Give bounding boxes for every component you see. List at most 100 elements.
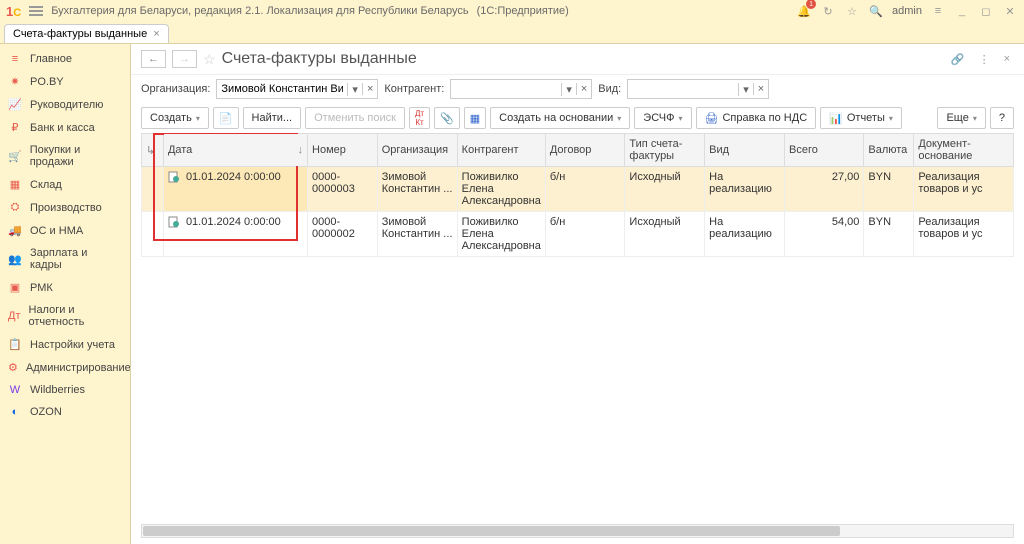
clear-icon[interactable]: × <box>753 83 768 95</box>
table-row[interactable]: 01.01.2024 0:00:000000-0000003Зимовой Ко… <box>142 167 1014 212</box>
sidebar-item-label: РМК <box>30 282 53 294</box>
settings-lines-icon[interactable]: ≡ <box>930 3 946 19</box>
spravka-button[interactable]: 🖨 Справка по НДС <box>696 107 817 129</box>
section-icon: ✷ <box>8 75 22 88</box>
sidebar-item-label: Руководителю <box>30 99 103 111</box>
sidebar-item[interactable]: 🛒Покупки и продажи <box>0 139 130 173</box>
chevron-down-icon[interactable]: ▾ <box>347 83 362 96</box>
find-button[interactable]: Найти... <box>243 107 302 129</box>
sidebar-item[interactable]: ▦Склад <box>0 173 130 196</box>
num-value: 0000-0000003 <box>308 167 378 212</box>
tip-value: Исходный <box>625 212 705 257</box>
sidebar-item[interactable]: ◐OZON <box>0 401 130 423</box>
sidebar-item[interactable]: ⚙Администрирование <box>0 356 130 379</box>
doc-value: Реализация товаров и ус <box>914 212 1014 257</box>
sidebar-item[interactable]: 👥Зарплата и кадры <box>0 242 130 276</box>
clear-icon[interactable]: × <box>576 83 591 95</box>
dots-icon[interactable]: ⋮ <box>975 51 994 68</box>
chevron-down-icon[interactable]: ▾ <box>738 83 753 96</box>
list-settings-button[interactable]: ▦ <box>464 107 486 129</box>
sidebar-item[interactable]: 📈Руководителю <box>0 93 130 116</box>
close-page-icon[interactable]: × <box>1000 51 1014 67</box>
close-window-icon[interactable]: ✕ <box>1002 3 1018 19</box>
tip-value: Исходный <box>625 167 705 212</box>
section-icon: ▣ <box>8 281 22 294</box>
tab-close-icon[interactable]: × <box>153 28 159 40</box>
eschf-button[interactable]: ЭСЧФ ▾ <box>634 107 691 129</box>
sidebar-item-label: Настройки учета <box>30 339 115 351</box>
notifications-icon[interactable]: 🔔1 <box>796 3 812 19</box>
reports-button[interactable]: 📊 Отчеты ▾ <box>820 107 902 129</box>
page-title: Счета-фактуры выданные <box>222 50 417 68</box>
tab-active[interactable]: Счета-фактуры выданные × <box>4 24 169 43</box>
column-header[interactable]: Валюта <box>864 134 914 167</box>
sidebar-item[interactable]: ₽Банк и касса <box>0 116 130 139</box>
column-header[interactable]: Документ-основание <box>914 134 1014 167</box>
cp-combo[interactable]: ▾ × <box>450 79 592 99</box>
column-header[interactable]: Вид <box>705 134 785 167</box>
favorite-icon[interactable]: ☆ <box>844 3 860 19</box>
sidebar-item-label: Производство <box>30 202 102 214</box>
org-combo[interactable]: ▾ × <box>216 79 378 99</box>
section-icon: 🛒 <box>8 150 22 163</box>
sidebar-item[interactable]: ✷ PO.BY <box>0 70 130 93</box>
sidebar-item-label: PO.BY <box>30 76 64 88</box>
link-icon[interactable]: 🔗 <box>947 51 969 68</box>
sidebar-item[interactable]: ⛭ Производство <box>0 196 130 219</box>
column-header[interactable]: Тип счета-фактуры <box>625 134 705 167</box>
section-icon: ▦ <box>8 178 22 191</box>
star-icon[interactable]: ☆ <box>203 51 216 68</box>
page-header: ← → ☆ Счета-фактуры выданные 🔗 ⋮ × <box>131 44 1024 75</box>
org-input[interactable] <box>217 80 347 98</box>
history-icon[interactable]: ↻ <box>820 3 836 19</box>
cp-label: Контрагент: <box>384 83 444 95</box>
create-button[interactable]: Создать▾ <box>141 107 209 129</box>
sidebar-item[interactable]: ▣ РМК <box>0 276 130 299</box>
clear-icon[interactable]: × <box>362 83 377 95</box>
help-button[interactable]: ? <box>990 107 1014 129</box>
dtct-button[interactable]: ДтКт <box>409 107 430 129</box>
create-based-button[interactable]: Создать на основании ▾ <box>490 107 630 129</box>
search-icon[interactable]: 🔍 <box>868 3 884 19</box>
nav-back-button[interactable]: ← <box>141 50 166 68</box>
section-icon: 🚚 <box>8 224 22 237</box>
menu-burger-icon[interactable] <box>29 6 43 16</box>
column-header[interactable]: Всего <box>785 134 864 167</box>
sidebar-item-label: OZON <box>30 406 62 418</box>
date-value: 01.01.2024 0:00:00 <box>186 216 281 228</box>
cp-value: Поживилко Елена Александровна <box>457 212 545 257</box>
attach-button[interactable]: 📎 <box>434 107 460 129</box>
table-row[interactable]: 01.01.2024 0:00:000000-0000002Зимовой Ко… <box>142 212 1014 257</box>
total-value: 27,00 <box>785 167 864 212</box>
org-label: Организация: <box>141 83 210 95</box>
document-icon <box>168 171 180 183</box>
sidebar-item[interactable]: ДтНалоги и отчетность <box>0 299 130 333</box>
sidebar-item[interactable]: ≡Главное <box>0 48 130 70</box>
vid-input[interactable] <box>628 80 738 98</box>
sidebar-item[interactable]: WWildberries <box>0 379 130 401</box>
vid-value: На реализацию <box>705 167 785 212</box>
tab-strip: Счета-фактуры выданные × <box>0 22 1024 44</box>
copy-button[interactable]: 📄 <box>213 107 239 129</box>
user-label[interactable]: admin <box>892 5 922 17</box>
column-header[interactable]: Контрагент <box>457 134 545 167</box>
filter-row: Организация: ▾ × Контрагент: ▾ × Вид: ▾ … <box>131 75 1024 103</box>
nav-fwd-button[interactable]: → <box>172 50 197 68</box>
more-button[interactable]: Еще ▾ <box>937 107 985 129</box>
horizontal-scrollbar[interactable] <box>141 524 1014 538</box>
vid-combo[interactable]: ▾ × <box>627 79 769 99</box>
section-icon: ⛭ <box>8 201 22 214</box>
minimize-icon[interactable]: _ <box>954 3 970 19</box>
sidebar-item[interactable]: 📋Настройки учета <box>0 333 130 356</box>
sidebar: ≡Главное ✷ PO.BY 📈Руководителю₽Банк и касса… <box>0 44 130 544</box>
column-header[interactable]: Организация <box>377 134 457 167</box>
column-header[interactable]: Номер <box>308 134 378 167</box>
sidebar-item[interactable]: 🚚ОС и НМА <box>0 219 130 242</box>
maximize-icon[interactable]: ◻ <box>978 3 994 19</box>
chevron-down-icon[interactable]: ▾ <box>561 83 576 96</box>
date-value: 01.01.2024 0:00:00 <box>186 171 281 183</box>
cp-input[interactable] <box>451 80 561 98</box>
app-mode: (1С:Предприятие) <box>477 5 569 17</box>
column-header[interactable]: Дата↓ <box>163 134 307 167</box>
column-header[interactable]: Договор <box>545 134 625 167</box>
